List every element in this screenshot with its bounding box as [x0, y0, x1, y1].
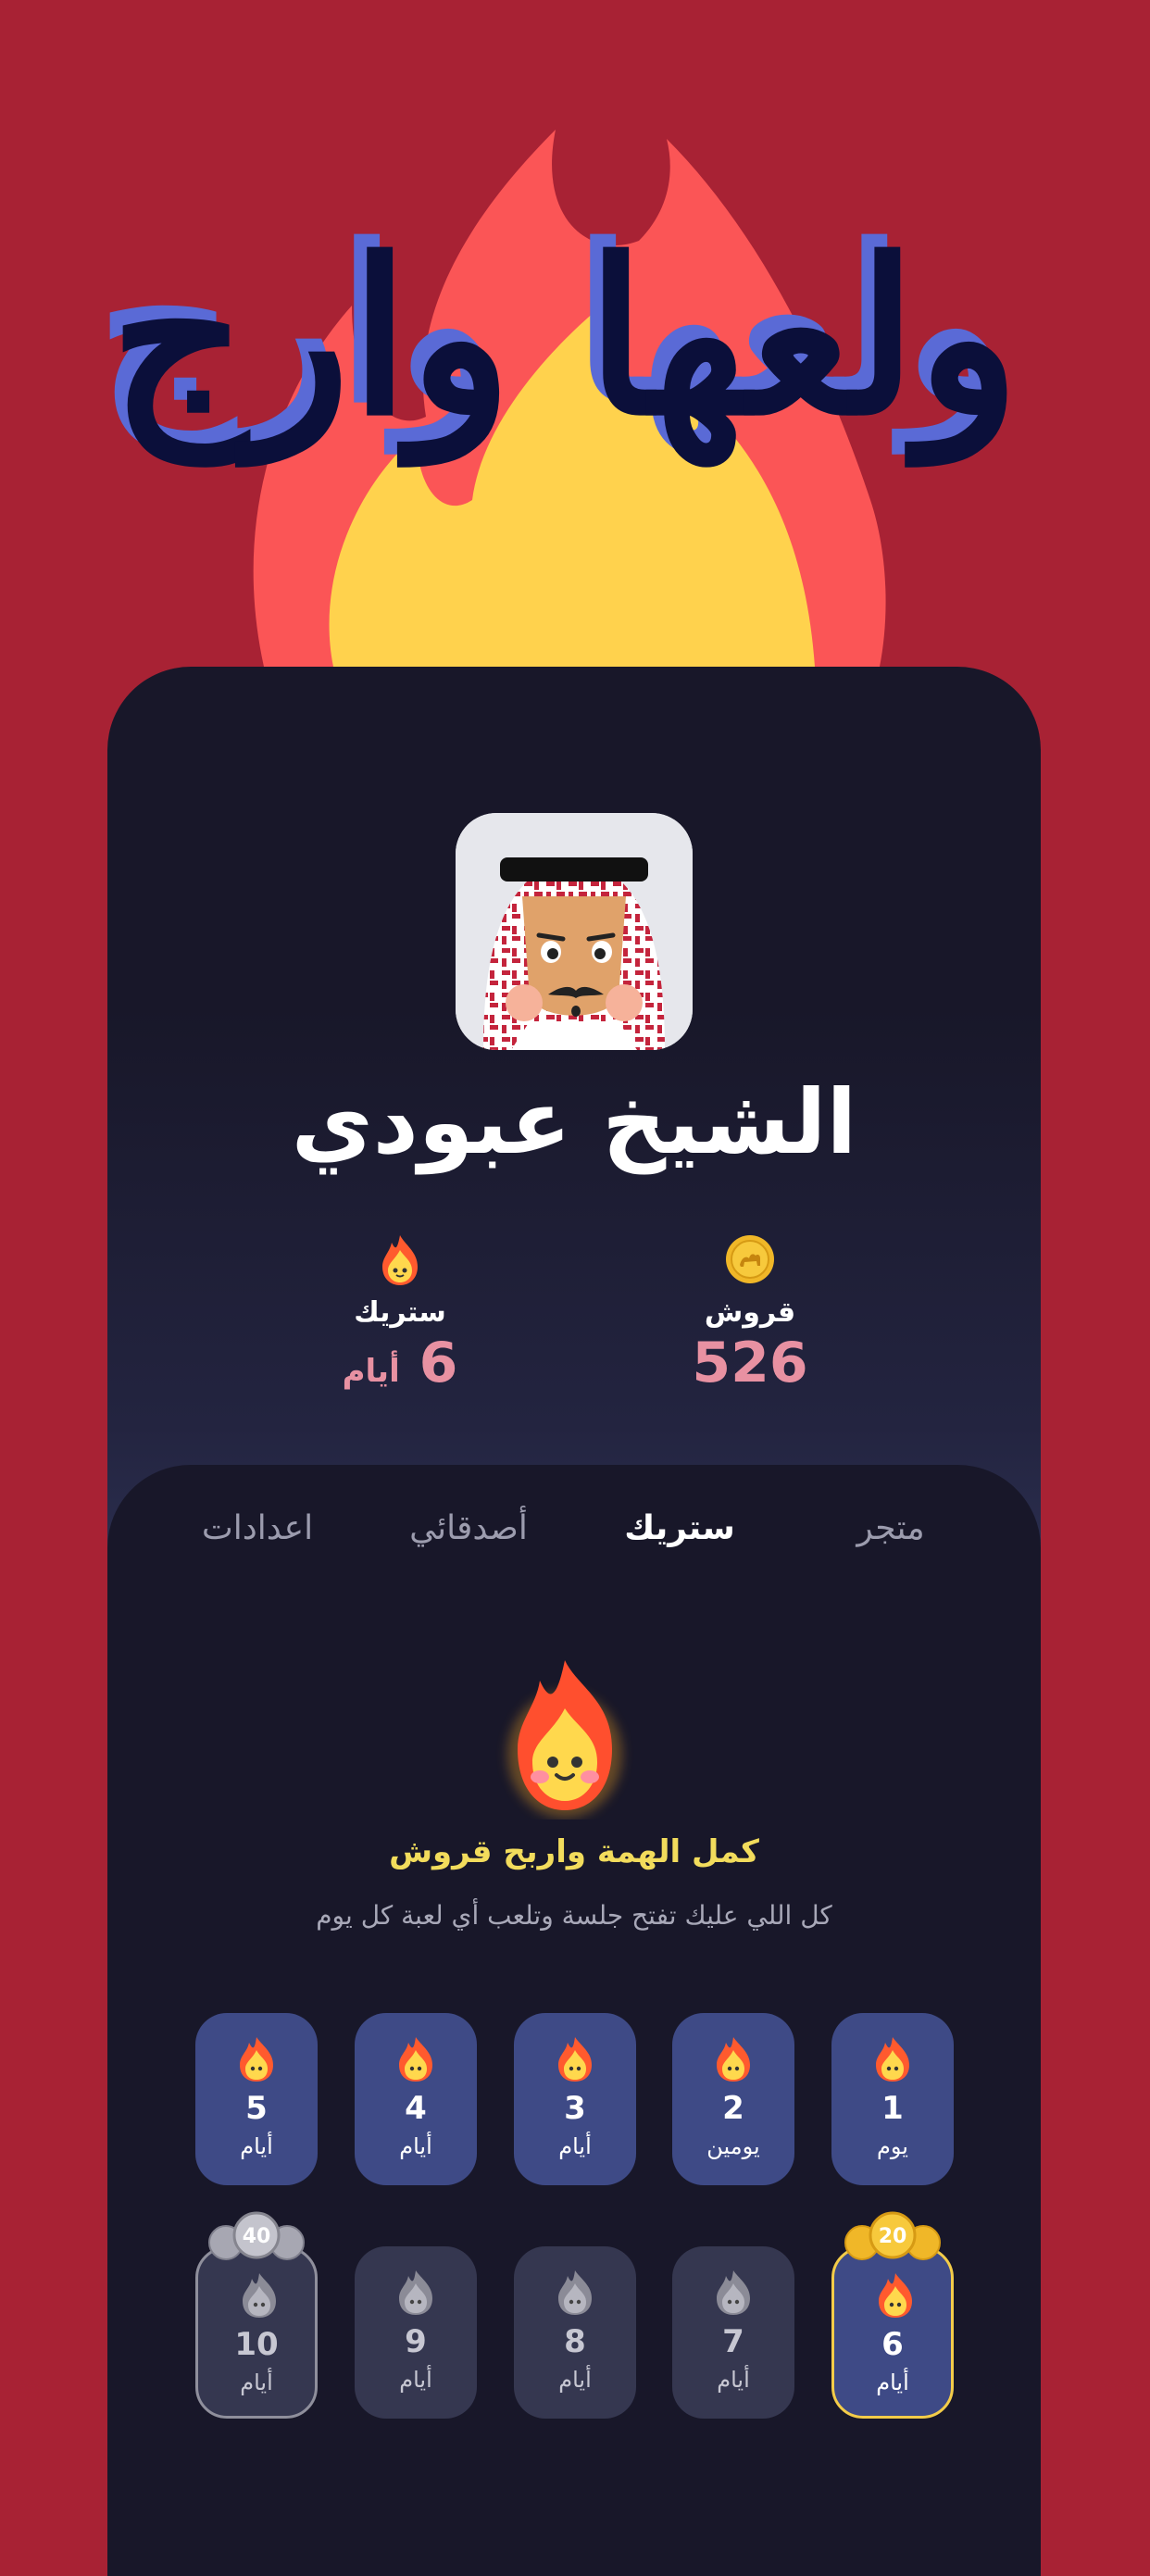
tab-settings[interactable]: اعدادات	[156, 1509, 359, 1547]
gold-coins-reward-icon: 20	[844, 2211, 941, 2260]
day-number: 6	[881, 2326, 904, 2363]
app-logo: ولعها وارج	[109, 213, 1026, 463]
silver-coins-reward-icon: 40	[208, 2211, 305, 2260]
reward-amount: 20	[879, 2225, 907, 2248]
day-unit: أيام	[717, 2367, 750, 2393]
streak-day-7: 7 أيام	[672, 2246, 794, 2419]
streak-headline: كمل الهمة واربح قروش	[389, 1833, 759, 1870]
streak-day-8: 8 أيام	[514, 2246, 636, 2419]
day-unit: أيام	[240, 2370, 273, 2395]
flame-icon	[382, 1235, 418, 1285]
flame-icon	[879, 2273, 912, 2318]
streak-description: كل اللي عليك تفتح جلسة وتلعب أي لعبة كل …	[316, 1900, 832, 1931]
day-number: 2	[722, 2090, 744, 2127]
day-unit: يومين	[706, 2133, 760, 2159]
streak-mascot-flame-icon	[507, 1660, 622, 1818]
day-number: 9	[405, 2323, 427, 2360]
day-number: 1	[881, 2090, 904, 2127]
streak-day-6: 6 أيام	[831, 2246, 954, 2419]
coins-value: 526	[692, 1331, 808, 1395]
day-unit: يوم	[877, 2133, 908, 2159]
coins-label: قروش	[704, 1296, 796, 1329]
day-number: 10	[234, 2326, 279, 2363]
streak-label: ستريك	[354, 1296, 446, 1329]
day-unit: أيام	[558, 2367, 592, 2393]
streak-day-5: 5 أيام	[195, 2013, 318, 2185]
flame-icon	[399, 2037, 432, 2082]
day-number: 7	[722, 2323, 744, 2360]
day-number: 4	[405, 2090, 427, 2127]
day-unit: أيام	[876, 2370, 909, 2395]
streak-unit: أيام	[342, 1353, 400, 1390]
streak-stat: ستريك 6 أيام	[280, 1233, 520, 1394]
streak-day-10: 10 أيام	[195, 2246, 318, 2419]
day-number: 5	[245, 2090, 268, 2127]
avatar[interactable]	[456, 813, 693, 1050]
day-unit: أيام	[240, 2133, 273, 2159]
flame-locked-icon	[243, 2273, 276, 2318]
flame-icon	[558, 2037, 592, 2082]
day-number: 3	[564, 2090, 586, 2127]
streak-value-row: 6 أيام	[280, 1332, 520, 1394]
streak-day-1: 1 يوم	[831, 2013, 954, 2185]
flame-icon	[240, 2037, 273, 2082]
flame-locked-icon	[399, 2270, 432, 2315]
streak-day-4: 4 أيام	[355, 2013, 477, 2185]
flame-icon	[876, 2037, 909, 2082]
streak-value: 6	[419, 1331, 458, 1395]
character-avatar-icon	[456, 813, 693, 1050]
tab-streak[interactable]: ستريك	[578, 1509, 781, 1547]
player-name: الشيخ عبودي	[291, 1070, 857, 1174]
reward-amount: 40	[243, 2225, 271, 2248]
tab-store[interactable]: متجر	[789, 1509, 993, 1547]
coin-icon	[726, 1235, 774, 1283]
streak-day-9: 9 أيام	[355, 2246, 477, 2419]
day-unit: أيام	[558, 2133, 592, 2159]
streak-day-2: 2 يومين	[672, 2013, 794, 2185]
flame-icon	[717, 2037, 750, 2082]
flame-locked-icon	[558, 2270, 592, 2315]
day-number: 8	[564, 2323, 586, 2360]
day-unit: أيام	[399, 2367, 432, 2393]
coins-stat: قروش 526	[630, 1233, 870, 1394]
tab-friends[interactable]: أصدقائي	[367, 1509, 570, 1547]
flame-locked-icon	[717, 2270, 750, 2315]
streak-day-3: 3 أيام	[514, 2013, 636, 2185]
day-unit: أيام	[399, 2133, 432, 2159]
